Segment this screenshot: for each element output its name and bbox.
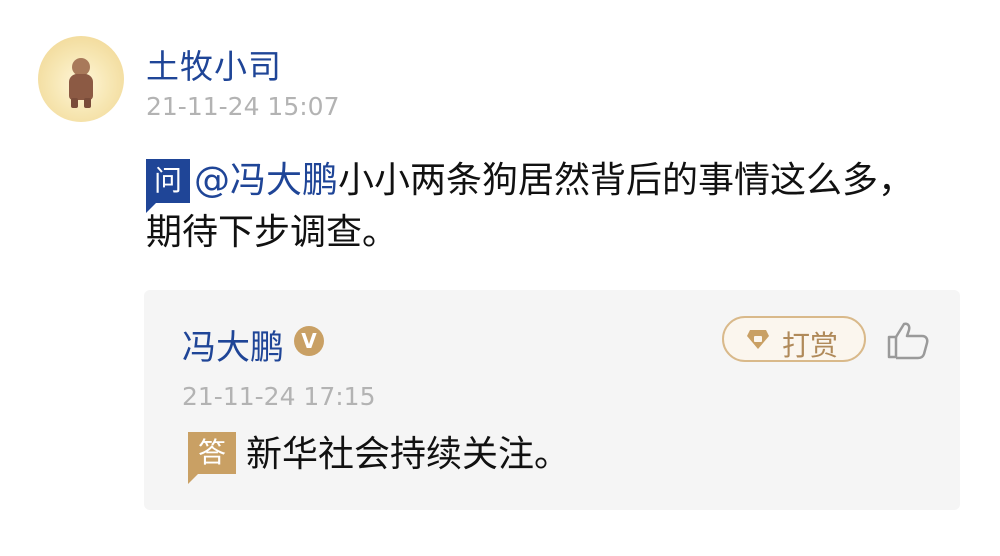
- answer-text: 新华社会持续关注。: [246, 434, 571, 475]
- tip-button[interactable]: 打赏: [722, 316, 866, 362]
- reply-author-name[interactable]: 冯大鹏: [182, 320, 284, 369]
- answer-content: 答新华社会持续关注。: [188, 430, 571, 484]
- tip-label: 打赏: [782, 329, 839, 362]
- mention-link[interactable]: @冯大鹏: [194, 160, 338, 201]
- post-timestamp: 21-11-24 15:07: [146, 92, 340, 121]
- thumbs-up-icon[interactable]: [886, 320, 930, 360]
- gem-icon: [747, 330, 769, 349]
- reply-timestamp: 21-11-24 17:15: [182, 382, 376, 411]
- avatar-figure-leg: [71, 98, 78, 108]
- avatar-figure-leg: [84, 98, 91, 108]
- user-avatar[interactable]: [38, 36, 124, 122]
- avatar-figure-body: [69, 74, 93, 100]
- question-badge: 问: [146, 159, 190, 213]
- verified-v-icon: V: [294, 326, 324, 356]
- post-username[interactable]: 土牧小司: [146, 40, 282, 88]
- question-content: 问 @冯大鹏小小两条狗居然背后的事情这么多，期待下步调查。: [146, 155, 946, 259]
- official-reply-card: 冯大鹏 V 打赏 21-11-24 17:15 答新华社会持续关注。: [144, 290, 960, 510]
- answer-badge: 答: [188, 432, 236, 484]
